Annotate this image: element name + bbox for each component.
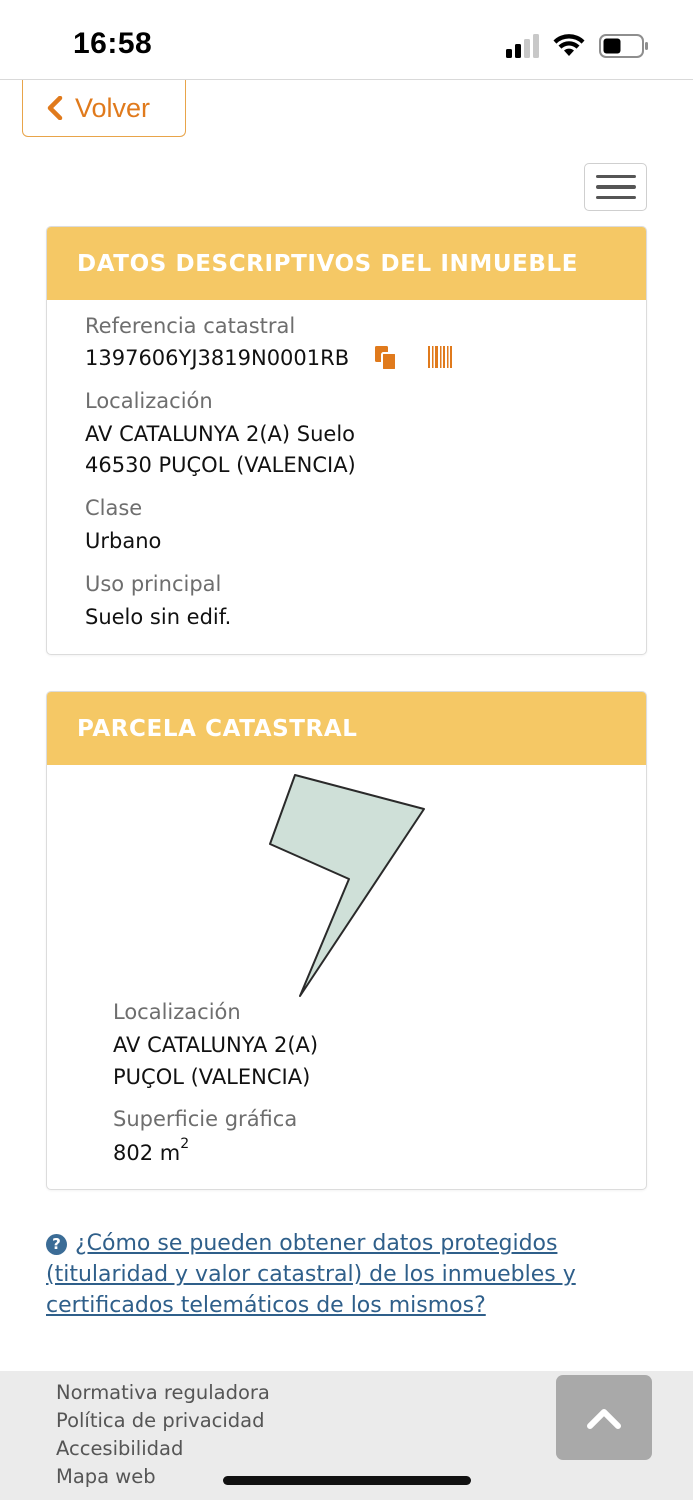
chevron-up-icon bbox=[587, 1408, 621, 1429]
panel-title-descriptive: DATOS DESCRIPTIVOS DEL INMUEBLE bbox=[77, 250, 579, 277]
superficie-label: Superficie gráfica bbox=[113, 1107, 298, 1131]
chevron-left-icon bbox=[47, 96, 63, 120]
localizacion-line2: 46530 PUÇOL (VALENCIA) bbox=[85, 453, 356, 477]
footer-link-privacidad[interactable]: Política de privacidad bbox=[56, 1407, 270, 1435]
ref-catastral-label: Referencia catastral bbox=[85, 314, 296, 338]
superficie-value: 802 m2 bbox=[113, 1136, 190, 1165]
parcela-loc-label: Localización bbox=[113, 1000, 241, 1024]
back-button[interactable]: Volver bbox=[22, 80, 186, 137]
hamburger-menu-icon bbox=[595, 174, 636, 179]
status-icons bbox=[506, 32, 649, 60]
panel-header: DATOS DESCRIPTIVOS DEL INMUEBLE bbox=[47, 227, 646, 300]
footer-link-accesibilidad[interactable]: Accesibilidad bbox=[56, 1435, 270, 1463]
help-section: ? ¿Cómo se pueden obtener datos protegido… bbox=[46, 1228, 646, 1321]
question-circle-icon: ? bbox=[46, 1234, 67, 1255]
clase-value: Urbano bbox=[85, 529, 162, 553]
parcela-loc-line2: PUÇOL (VALENCIA) bbox=[113, 1065, 311, 1089]
copy-icon[interactable] bbox=[374, 345, 398, 371]
barcode-icon[interactable] bbox=[427, 345, 453, 369]
battery-icon bbox=[599, 34, 648, 58]
ref-catastral-value: 1397606YJ3819N0001RB bbox=[85, 346, 350, 370]
parcel-map[interactable] bbox=[47, 692, 647, 1012]
parcela-loc-line1: AV CATALUNYA 2(A) bbox=[113, 1033, 319, 1057]
scroll-top-button[interactable] bbox=[556, 1375, 652, 1460]
uso-value: Suelo sin edif. bbox=[85, 605, 232, 629]
uso-label: Uso principal bbox=[85, 572, 222, 596]
localizacion-label: Localización bbox=[85, 389, 213, 413]
clase-label: Clase bbox=[85, 496, 143, 520]
footer-links: Normativa reguladora Política de privaci… bbox=[56, 1379, 270, 1491]
wifi-icon bbox=[553, 34, 585, 56]
panel-descriptive-data: DATOS DESCRIPTIVOS DEL INMUEBLE Referenc… bbox=[46, 226, 647, 655]
localizacion-line1: AV CATALUNYA 2(A) Suelo bbox=[85, 422, 356, 446]
footer-link-normativa[interactable]: Normativa reguladora bbox=[56, 1379, 270, 1407]
help-link[interactable]: ¿Cómo se pueden obtener datos protegidos… bbox=[46, 1231, 576, 1318]
panel-parcela-catastral: PARCELA CATASTRAL Localización AV CATALU… bbox=[46, 691, 647, 1190]
menu-button[interactable] bbox=[584, 163, 647, 211]
home-indicator bbox=[223, 1476, 471, 1485]
back-label: Volver bbox=[75, 92, 151, 123]
cellular-signal-icon bbox=[506, 34, 539, 58]
status-bar: 16:58 bbox=[0, 0, 693, 80]
parcel-shape bbox=[269, 774, 425, 997]
status-time: 16:58 bbox=[73, 27, 153, 60]
